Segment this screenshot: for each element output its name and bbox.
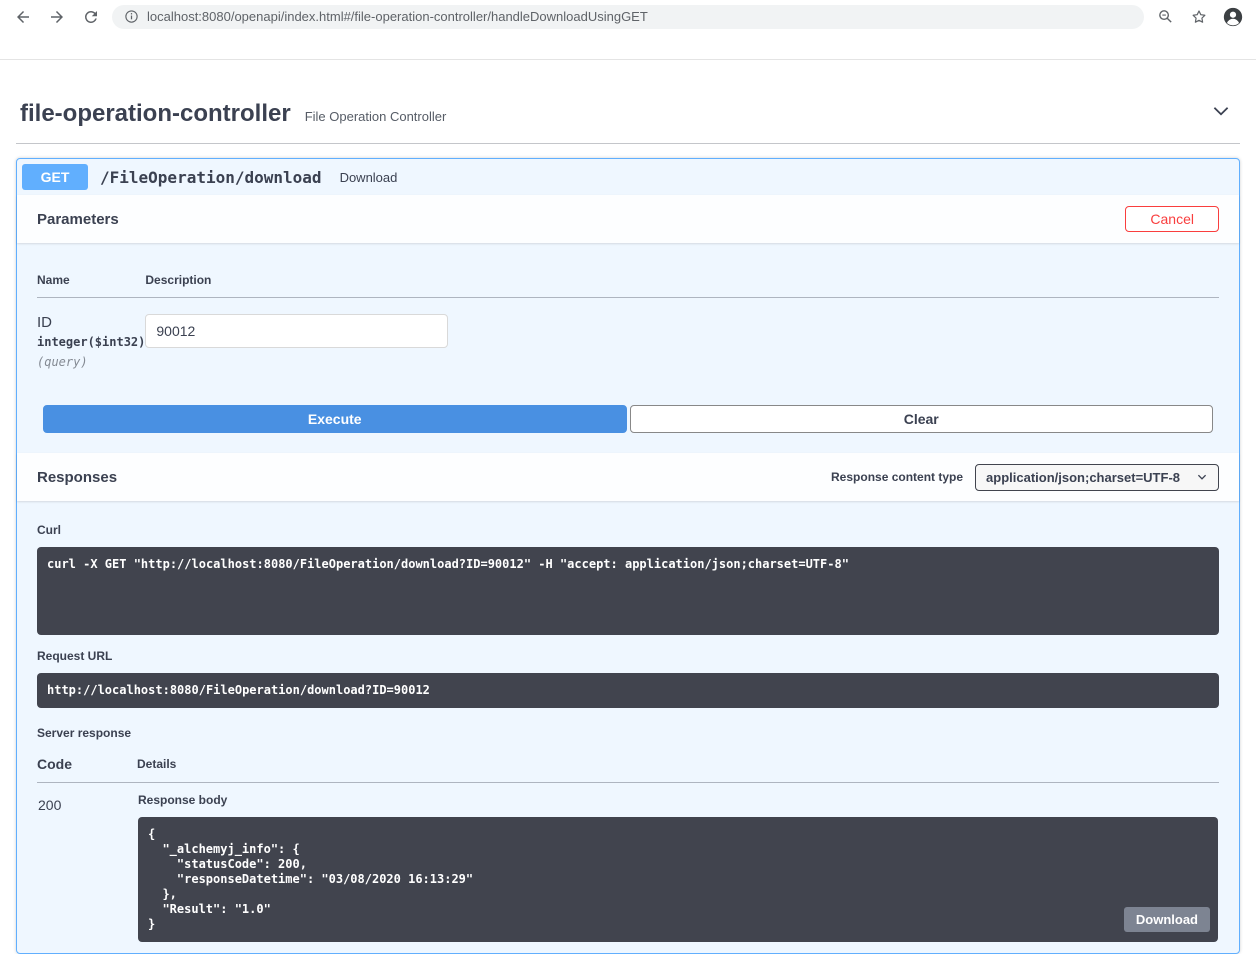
response-content-type-label: Response content type xyxy=(831,470,964,484)
column-header-name: Name xyxy=(37,259,146,298)
bookmarks-strip xyxy=(0,33,1256,60)
response-content-type-wrap: Response content type application/json;c… xyxy=(831,463,1219,491)
download-button[interactable]: Download xyxy=(1123,907,1210,932)
controller-name: file-operation-controller xyxy=(20,99,291,127)
response-body-json: { "_alchemyj_info": { "statusCode": 200,… xyxy=(138,817,1218,942)
responses-title: Responses xyxy=(37,468,118,486)
execute-button[interactable]: Execute xyxy=(43,405,627,433)
swagger-page: file-operation-controller File Operation… xyxy=(0,60,1256,954)
operation-block: GET /FileOperation/download Download Par… xyxy=(16,158,1240,954)
response-content-type-select[interactable]: application/json;charset=UTF-8 xyxy=(975,463,1219,491)
request-url: http://localhost:8080/FileOperation/down… xyxy=(37,673,1219,708)
reload-icon[interactable] xyxy=(78,4,104,30)
curl-command: curl -X GET "http://localhost:8080/FileO… xyxy=(37,547,1219,635)
column-header-description: Description xyxy=(145,259,1219,298)
info-icon[interactable] xyxy=(124,9,139,24)
operation-path: /FileOperation/download xyxy=(100,167,322,187)
controller-title: file-operation-controller File Operation… xyxy=(20,100,446,128)
controller-subtitle: File Operation Controller xyxy=(304,108,447,124)
http-method-badge: GET xyxy=(22,164,88,190)
zoom-icon[interactable] xyxy=(1152,4,1178,30)
browser-toolbar: localhost:8080/openapi/index.html#/file-… xyxy=(0,0,1256,33)
forward-icon[interactable] xyxy=(44,4,70,30)
response-body-label: Response body xyxy=(138,793,228,807)
bookmark-star-icon[interactable] xyxy=(1186,4,1212,30)
responses-header: Responses Response content type applicat… xyxy=(17,453,1239,501)
column-header-details: Details xyxy=(137,744,1219,783)
controller-section-header: file-operation-controller File Operation… xyxy=(16,90,1240,144)
parameters-table: Name Description ID integer($int32) (que… xyxy=(37,259,1219,379)
parameter-name: ID xyxy=(37,314,52,331)
parameters-header: Parameters Cancel xyxy=(17,195,1239,243)
curl-label: Curl xyxy=(37,523,61,537)
url-text: localhost:8080/openapi/index.html#/file-… xyxy=(147,9,648,24)
chevron-down-icon xyxy=(1197,474,1207,480)
parameter-value-input[interactable] xyxy=(145,314,449,348)
parameter-type: integer($int32) xyxy=(37,335,146,349)
column-header-code: Code xyxy=(37,744,137,783)
server-response-table: Code Details 200 Response body { "_alche… xyxy=(37,744,1219,943)
parameter-row: ID integer($int32) (query) xyxy=(37,298,1219,380)
response-row: 200 Response body { "_alchemyj_info": { … xyxy=(37,783,1219,944)
clear-button[interactable]: Clear xyxy=(629,405,1213,433)
responses-body: Curl curl -X GET "http://localhost:8080/… xyxy=(17,501,1239,953)
address-bar[interactable]: localhost:8080/openapi/index.html#/file-… xyxy=(112,4,1144,29)
parameters-title: Parameters xyxy=(37,210,119,228)
response-body-wrap: { "_alchemyj_info": { "statusCode": 200,… xyxy=(138,817,1218,942)
collapse-chevron-icon[interactable] xyxy=(1206,96,1236,131)
request-url-label: Request URL xyxy=(37,649,113,663)
back-icon[interactable] xyxy=(10,4,36,30)
parameters-body: Name Description ID integer($int32) (que… xyxy=(17,243,1239,453)
response-status-code: 200 xyxy=(38,797,62,813)
operation-summary[interactable]: GET /FileOperation/download Download xyxy=(17,159,1239,195)
server-response-label: Server response xyxy=(37,726,132,740)
profile-avatar-icon[interactable] xyxy=(1220,4,1246,30)
parameter-location: (query) xyxy=(37,355,88,369)
operation-description: Download xyxy=(339,169,398,185)
execute-wrapper: Execute Clear xyxy=(37,379,1219,453)
cancel-button[interactable]: Cancel xyxy=(1125,206,1219,232)
response-content-type-value: application/json;charset=UTF-8 xyxy=(986,469,1180,485)
